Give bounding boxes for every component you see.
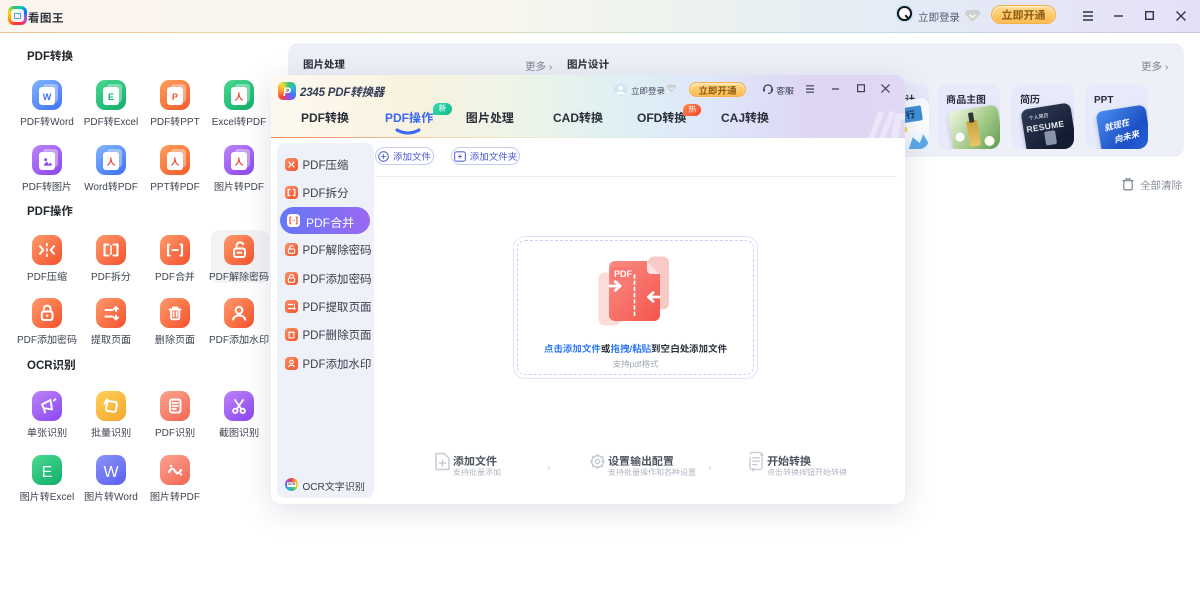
svg-text:PDF: PDF bbox=[614, 269, 633, 279]
